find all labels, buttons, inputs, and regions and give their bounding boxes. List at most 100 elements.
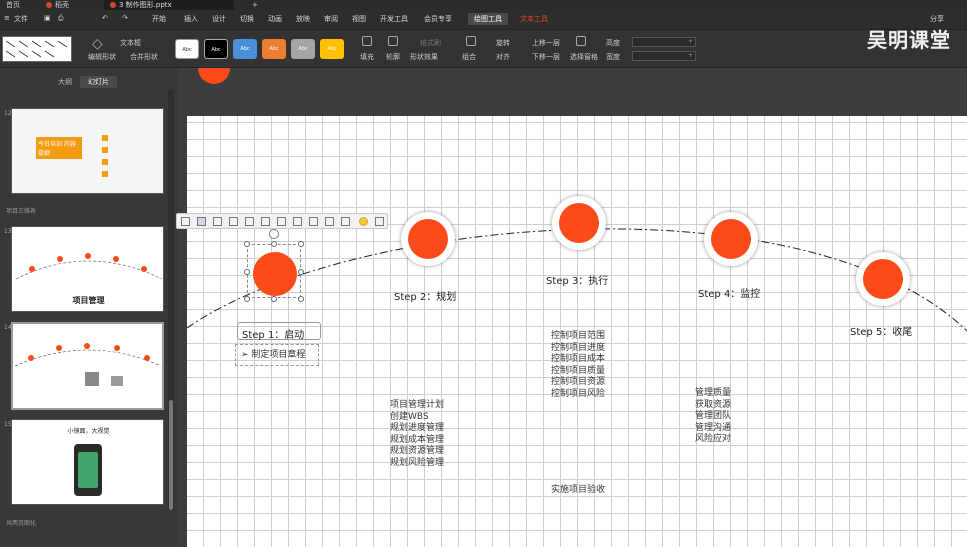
section-label-1[interactable]: 项目三维表 xyxy=(6,206,36,215)
outline-button[interactable]: 轮廓 xyxy=(386,52,400,62)
bring-forward-button[interactable]: 上移一层 xyxy=(532,38,560,48)
slide-thumbnail-14-selected[interactable] xyxy=(11,322,164,410)
slide-canvas[interactable]: Step 1：启动 ➢ 制定项目章程 Step 2：规划 Step 3：执行 S… xyxy=(187,116,967,547)
resize-handle[interactable] xyxy=(244,269,250,275)
resize-handle[interactable] xyxy=(298,241,304,247)
distribute-horizontal-icon[interactable] xyxy=(277,217,286,226)
width-input[interactable]: + xyxy=(632,51,696,61)
resize-handle[interactable] xyxy=(298,296,304,302)
distribute-vertical-icon[interactable] xyxy=(293,217,302,226)
step-3-circle[interactable] xyxy=(559,203,599,243)
menu-design[interactable]: 设计 xyxy=(212,14,226,24)
style-swatch-orange[interactable]: Abc xyxy=(262,39,286,59)
lightbulb-icon[interactable] xyxy=(359,217,368,226)
step-2-label[interactable]: Step 2：规划 xyxy=(394,288,456,303)
step-3-label[interactable]: Step 3：执行 xyxy=(546,272,608,287)
menu-slideshow[interactable]: 放映 xyxy=(296,14,310,24)
slide-thumbnail-13[interactable]: 项目管理 xyxy=(11,226,164,312)
rotate-button[interactable]: 旋转 xyxy=(496,38,510,48)
menu-insert[interactable]: 插入 xyxy=(184,14,198,24)
tab-home-label: 首页 xyxy=(6,1,20,9)
share-button[interactable]: 分享 xyxy=(930,14,944,24)
print-icon[interactable]: ⎙ xyxy=(58,14,64,23)
pptx-icon xyxy=(110,2,116,8)
tab-document[interactable]: 3 制作图形.pptx xyxy=(104,0,234,10)
group-icon[interactable] xyxy=(309,217,318,226)
slide-thumbnail-12[interactable]: 今日培训 内容提纲 xyxy=(11,108,164,194)
align-right-icon[interactable] xyxy=(213,217,222,226)
panel-scrollbar-thumb[interactable] xyxy=(169,400,173,510)
step-3-item: 控制项目质量 xyxy=(551,365,606,376)
resize-handle[interactable] xyxy=(244,296,250,302)
step-2-circle[interactable] xyxy=(408,219,448,259)
style-swatch-black[interactable]: Abc xyxy=(204,39,228,59)
menu-member[interactable]: 会员专享 xyxy=(424,14,452,24)
style-swatch-gold[interactable]: Abc xyxy=(320,39,344,59)
merge-shapes-button[interactable]: 合并形状 xyxy=(130,52,158,62)
resize-handle[interactable] xyxy=(298,269,304,275)
thumb-title: 小镜面，大视觉 xyxy=(67,428,110,435)
step-5-circle[interactable] xyxy=(863,259,903,299)
shape-effects-button[interactable]: 形状效果 xyxy=(410,52,438,62)
rotate-handle[interactable] xyxy=(269,229,279,239)
menu-view[interactable]: 视图 xyxy=(352,14,366,24)
new-tab-button[interactable]: + xyxy=(246,0,260,10)
tab-slides[interactable]: 幻灯片 xyxy=(80,76,117,88)
step-4-item: 管理质量 xyxy=(695,388,732,398)
menu-developer[interactable]: 开发工具 xyxy=(380,14,408,24)
step-1-circle[interactable] xyxy=(253,252,297,296)
hamburger-icon[interactable]: ≡ xyxy=(4,14,10,22)
tab-shell[interactable]: 稻壳 xyxy=(40,0,102,10)
step-4-items[interactable]: 管理质量 获取资源 管理团队 管理沟通 风险应对 xyxy=(695,388,731,446)
resize-handle[interactable] xyxy=(271,241,277,247)
align-left-icon[interactable] xyxy=(181,217,190,226)
section-label-2[interactable]: 共两页图化 xyxy=(6,518,36,527)
crop-icon[interactable] xyxy=(325,217,334,226)
align-center-icon[interactable] xyxy=(197,217,206,226)
step-3-item: 控制项目风险 xyxy=(551,388,606,399)
fill-button[interactable]: 填充 xyxy=(360,52,374,62)
align-middle-icon[interactable] xyxy=(245,217,254,226)
step-4-item: 获取资源 xyxy=(695,399,732,410)
align-top-icon[interactable] xyxy=(229,217,238,226)
step-5-label[interactable]: Step 5：收尾 xyxy=(850,323,912,338)
menu-review[interactable]: 审阅 xyxy=(324,14,338,24)
menu-drawing-tools[interactable]: 绘图工具 xyxy=(468,13,508,25)
menu-text-tools[interactable]: 文本工具 xyxy=(520,14,548,24)
menu-animation[interactable]: 动画 xyxy=(268,14,282,24)
undo-icon[interactable]: ↶ xyxy=(102,14,108,22)
tab-outline[interactable]: 大纲 xyxy=(50,76,80,88)
group-button[interactable]: 组合 xyxy=(462,52,476,62)
selection-pane-button[interactable]: 选择窗格 xyxy=(570,52,598,62)
style-swatch-blue[interactable]: Abc xyxy=(233,39,257,59)
height-input[interactable]: + xyxy=(632,37,696,47)
step-1-label[interactable]: Step 1：启动 xyxy=(242,326,304,341)
step-3-extra[interactable]: 实施项目验收 xyxy=(551,485,605,497)
edit-shape-button[interactable]: 编辑形状 xyxy=(88,52,116,62)
tab-home[interactable]: 首页 xyxy=(0,0,40,10)
step-3-items[interactable]: 控制项目范围 控制项目进度 控制项目成本 控制项目质量 控制项目资源 控制项目风… xyxy=(551,331,605,401)
resize-handle[interactable] xyxy=(271,296,277,302)
slide-thumbnail-15[interactable]: 小镜面，大视觉 xyxy=(11,419,164,505)
style-swatch-white[interactable]: Abc xyxy=(175,39,199,59)
menu-home[interactable]: 开始 xyxy=(152,14,166,24)
step-1-items[interactable]: ➢ 制定项目章程 xyxy=(241,350,305,362)
layer-icon[interactable] xyxy=(341,217,350,226)
format-painter-button[interactable]: 格式刷 xyxy=(420,38,441,48)
align-button[interactable]: 对齐 xyxy=(496,52,510,62)
thumb-title: 今日培训 内容提纲 xyxy=(36,137,82,159)
align-bottom-icon[interactable] xyxy=(261,217,270,226)
step-2-items[interactable]: 项目管理计划 创建WBS 规划进度管理 规划成本管理 规划资源管理 规划风险管理 xyxy=(390,400,444,470)
style-swatch-gray[interactable]: Abc xyxy=(291,39,315,59)
save-icon[interactable]: ▣ xyxy=(44,14,51,22)
step-4-label[interactable]: Step 4：监控 xyxy=(698,285,760,300)
more-icon[interactable] xyxy=(375,217,384,226)
resize-handle[interactable] xyxy=(244,241,250,247)
redo-icon[interactable]: ↷ xyxy=(122,14,128,22)
send-backward-button[interactable]: 下移一层 xyxy=(532,52,560,62)
shape-gallery[interactable] xyxy=(2,36,72,62)
step-4-circle[interactable] xyxy=(711,219,751,259)
menu-file[interactable]: 文件 xyxy=(14,14,28,24)
textbox-button[interactable]: 文本框 xyxy=(120,38,141,48)
menu-transition[interactable]: 切换 xyxy=(240,14,254,24)
